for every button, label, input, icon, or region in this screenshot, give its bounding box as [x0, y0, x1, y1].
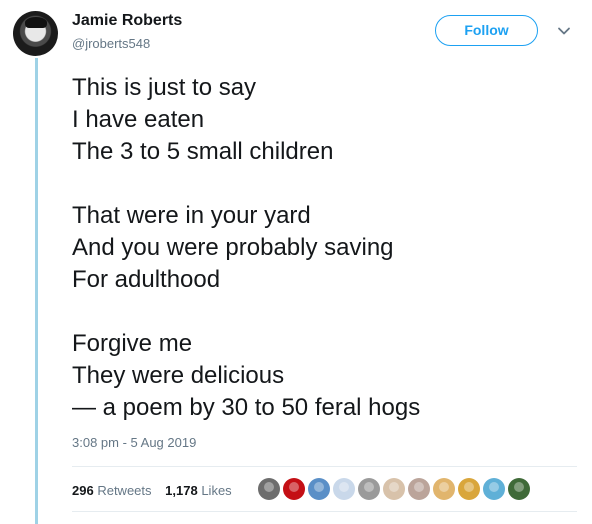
likes-stat[interactable]: 1,178 Likes — [165, 483, 232, 498]
liker-avatar-icon[interactable] — [458, 478, 480, 500]
stats-divider-top — [72, 466, 577, 467]
poem-line: — a poem by 30 to 50 feral hogs — [72, 394, 421, 421]
stats-divider-bottom — [72, 511, 577, 512]
poem-line: They were delicious — [72, 362, 285, 389]
poem-line: I have eaten — [72, 106, 205, 133]
thread-line — [35, 58, 38, 524]
liker-avatar-icon[interactable] — [433, 478, 455, 500]
liker-avatars — [258, 478, 533, 502]
liker-avatar-icon[interactable] — [333, 478, 355, 500]
poem-line: The 3 to 5 small children — [72, 138, 334, 165]
liker-avatar-icon[interactable] — [283, 478, 305, 500]
poem-stanza-2: That were in your yard And you were prob… — [72, 200, 577, 296]
poem-line: That were in your yard — [72, 202, 311, 229]
user-handle[interactable]: @jroberts548 — [72, 36, 150, 51]
liker-avatar-icon[interactable] — [358, 478, 380, 500]
tweet-text: This is just to say I have eaten The 3 t… — [72, 72, 577, 424]
tweet-card: Jamie Roberts @jroberts548 Follow This i… — [0, 0, 592, 524]
poem-stanza-1: This is just to say I have eaten The 3 t… — [72, 72, 577, 168]
liker-avatar-icon[interactable] — [508, 478, 530, 500]
retweets-count: 296 — [72, 483, 94, 498]
likes-label: Likes — [201, 483, 232, 498]
liker-avatar-icon[interactable] — [408, 478, 430, 500]
liker-avatar-icon[interactable] — [258, 478, 280, 500]
retweets-label: Retweets — [97, 483, 152, 498]
poem-line: Forgive me — [72, 330, 193, 357]
tweet-timestamp[interactable]: 3:08 pm - 5 Aug 2019 — [72, 435, 196, 450]
retweets-stat[interactable]: 296 Retweets — [72, 483, 152, 498]
liker-avatar-icon[interactable] — [383, 478, 405, 500]
follow-button[interactable]: Follow — [435, 15, 538, 46]
user-avatar-icon[interactable] — [13, 11, 58, 56]
poem-stanza-3: Forgive me They were delicious — a poem … — [72, 328, 577, 424]
poem-line: For adulthood — [72, 266, 221, 293]
liker-avatar-icon[interactable] — [308, 478, 330, 500]
tweet-stats: 296 Retweets 1,178 Likes — [72, 483, 242, 498]
poem-line: And you were probably saving — [72, 234, 394, 261]
likes-count: 1,178 — [165, 483, 198, 498]
chevron-down-icon[interactable] — [556, 23, 572, 39]
poem-line: This is just to say — [72, 74, 257, 101]
user-name[interactable]: Jamie Roberts — [72, 12, 182, 30]
liker-avatar-icon[interactable] — [483, 478, 505, 500]
